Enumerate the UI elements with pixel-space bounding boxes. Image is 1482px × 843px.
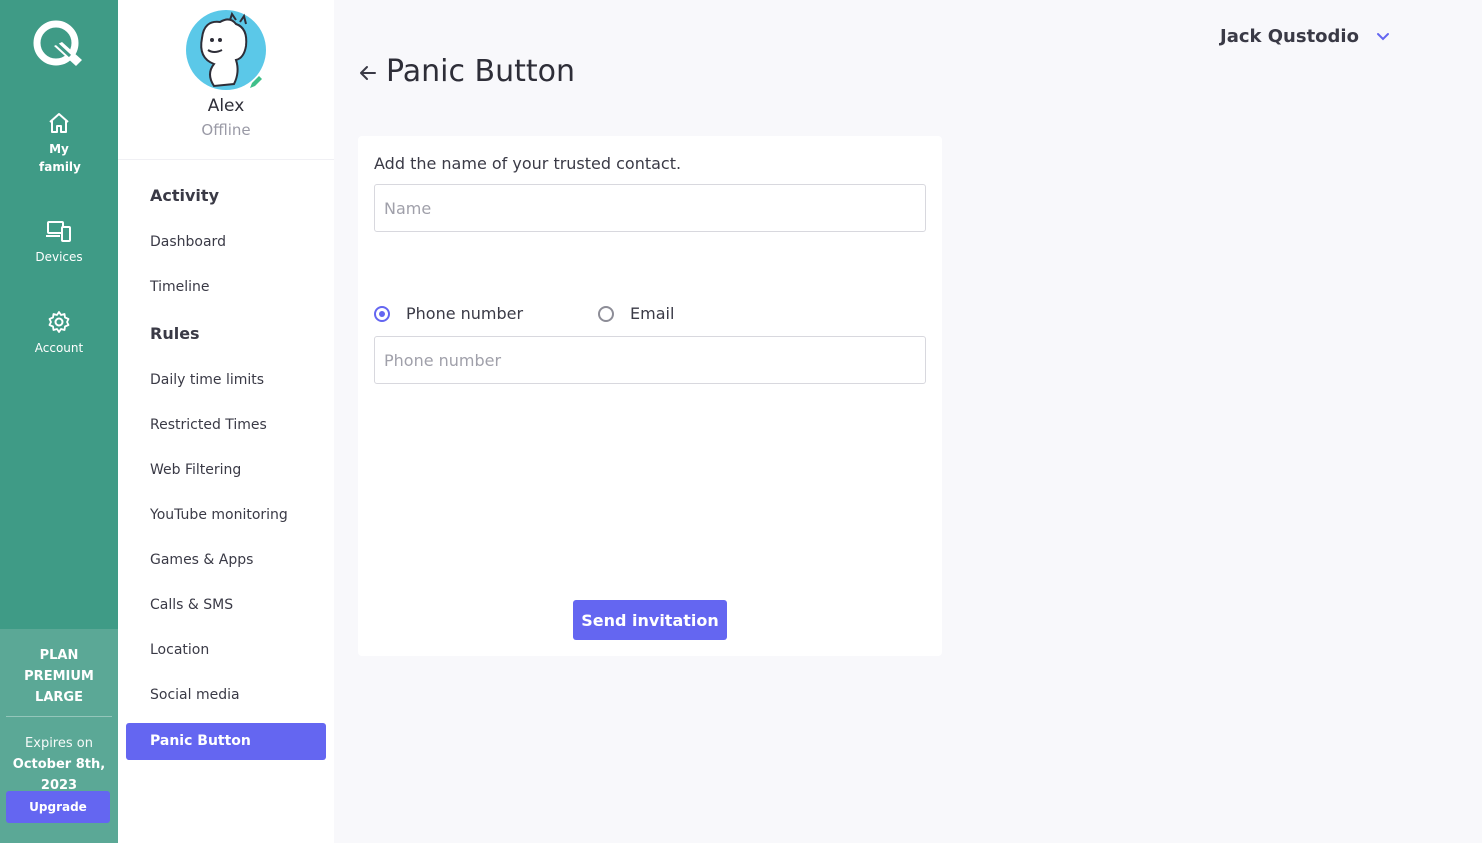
menu-item-social-media[interactable]: Social media bbox=[150, 687, 240, 703]
panic-button-form: Add the name of your trusted contact. Ph… bbox=[358, 136, 942, 656]
nav-account-label: Account bbox=[34, 341, 84, 355]
home-icon bbox=[49, 113, 69, 133]
child-status: Offline bbox=[201, 121, 251, 139]
menu-item-timeline[interactable]: Timeline bbox=[150, 279, 210, 295]
menu-item-web-filtering[interactable]: Web Filtering bbox=[150, 462, 241, 478]
radio-phone-indicator[interactable] bbox=[374, 305, 390, 322]
devices-icon bbox=[46, 221, 71, 242]
user-menu[interactable]: Jack Qustodio bbox=[1220, 26, 1391, 47]
menu-item-youtube-monitoring[interactable]: YouTube monitoring bbox=[150, 507, 288, 523]
pencil-icon[interactable] bbox=[248, 74, 264, 90]
child-profile: Alex Offline bbox=[118, 0, 334, 160]
radio-email-label: Email bbox=[630, 304, 675, 323]
plan-expires-label: Expires on bbox=[25, 736, 93, 751]
radio-email-indicator[interactable] bbox=[598, 305, 614, 322]
trusted-contact-label: Add the name of your trusted contact. bbox=[374, 154, 682, 173]
menu-item-panic-button[interactable]: Panic Button bbox=[126, 723, 326, 760]
menu-item-games-apps[interactable]: Games & Apps bbox=[150, 552, 253, 568]
section-activity-title: Activity bbox=[150, 186, 219, 205]
name-input[interactable] bbox=[374, 184, 926, 232]
page-title: Panic Button bbox=[386, 54, 575, 89]
send-invitation-button[interactable]: Send invitation bbox=[573, 600, 727, 640]
chevron-down-icon bbox=[1376, 32, 1389, 40]
gear-icon bbox=[48, 311, 70, 333]
main-nav-rail: My family Devices Account PLAN PREMIUM L… bbox=[0, 0, 118, 843]
radio-phone-label: Phone number bbox=[406, 304, 524, 323]
plan-expires-date: October 8th, 2023 bbox=[12, 757, 106, 793]
plan-panel: PLAN PREMIUM LARGE Expires on October 8t… bbox=[0, 629, 118, 843]
arrow-left-icon[interactable] bbox=[358, 63, 378, 83]
section-rules-title: Rules bbox=[150, 324, 200, 343]
menu-item-calls-sms[interactable]: Calls & SMS bbox=[150, 597, 233, 613]
phone-number-input[interactable] bbox=[374, 336, 926, 384]
menu-item-daily-time-limits[interactable]: Daily time limits bbox=[150, 372, 264, 388]
nav-my-family[interactable]: My family bbox=[0, 110, 118, 176]
upgrade-button[interactable]: Upgrade bbox=[6, 791, 110, 823]
child-name: Alex bbox=[207, 96, 245, 116]
menu-item-dashboard[interactable]: Dashboard bbox=[150, 234, 226, 250]
nav-account[interactable]: Account bbox=[0, 309, 118, 357]
child-sidebar: Alex Offline Activity Dashboard Timeline… bbox=[118, 0, 334, 843]
radio-email[interactable]: Email bbox=[598, 304, 674, 323]
radio-phone-number[interactable]: Phone number bbox=[374, 304, 523, 323]
nav-devices-label: Devices bbox=[35, 250, 83, 264]
user-name: Jack Qustodio bbox=[1220, 26, 1359, 47]
qustodio-logo-icon[interactable] bbox=[30, 18, 86, 70]
plan-name: PLAN PREMIUM LARGE bbox=[6, 645, 112, 717]
menu-item-location[interactable]: Location bbox=[150, 642, 209, 658]
nav-my-family-label: My family bbox=[39, 142, 81, 174]
menu-item-restricted-times[interactable]: Restricted Times bbox=[150, 417, 267, 433]
nav-devices[interactable]: Devices bbox=[0, 218, 118, 266]
